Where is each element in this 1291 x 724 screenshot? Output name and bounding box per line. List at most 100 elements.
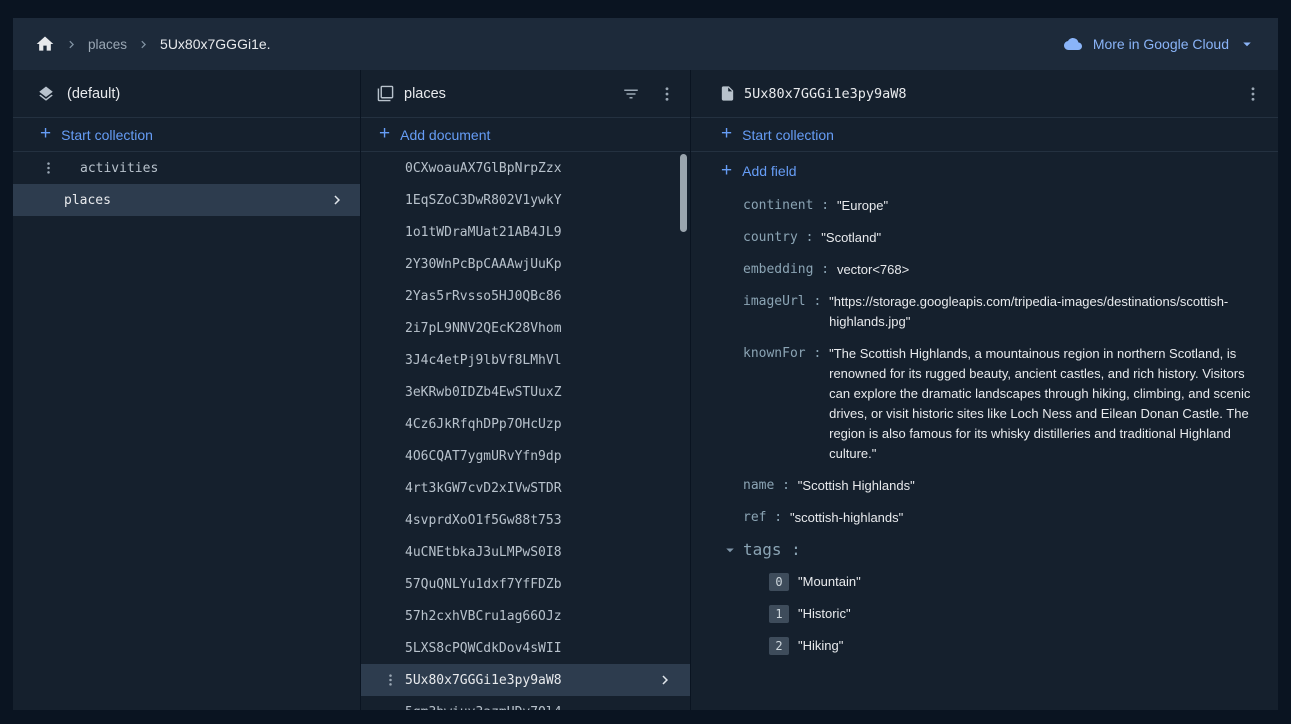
add-document-label: Add document xyxy=(400,127,490,143)
document-id: 57QuQNLYu1dxf7YfFDZb xyxy=(405,577,562,592)
document-id: 57h2cxhVBCru1ag66OJz xyxy=(405,609,562,624)
field-row[interactable]: ref"scottish-highlands" xyxy=(743,508,1254,528)
field-row[interactable]: continent"Europe" xyxy=(743,196,1254,216)
document-row[interactable]: 0CXwoauAX7GlBpNrpZzx xyxy=(361,152,690,184)
field-value: "scottish-highlands" xyxy=(790,508,903,528)
document-icon xyxy=(719,85,736,102)
document-id: 4rt3kGW7cvD2xIVwSTDR xyxy=(405,481,562,496)
array-item-value: "Historic" xyxy=(798,604,851,624)
field-row[interactable]: imageUrl"https://storage.googleapis.com/… xyxy=(743,292,1254,332)
collection-row[interactable]: activities xyxy=(13,152,360,184)
document-list: 0CXwoauAX7GlBpNrpZzx 1EqSZoC3DwR802V1ywkY… xyxy=(361,152,690,710)
document-id: 2i7pL9NNV2QEcK28Vhom xyxy=(405,321,562,336)
document-row[interactable]: 4svprdXoO1f5Gw88t753 xyxy=(361,504,690,536)
document-row[interactable]: 3eKRwb0IDZb4EwSTUuxZ xyxy=(361,376,690,408)
more-in-google-cloud-button[interactable]: More in Google Cloud xyxy=(1062,35,1256,53)
document-row[interactable]: 4uCNEtbkaJ3uLMPwS0I8 xyxy=(361,536,690,568)
chevron-down-icon xyxy=(1238,35,1256,53)
document-row[interactable]: 1o1tWDraMUat21AB4JL9 xyxy=(361,216,690,248)
array-index-badge: 0 xyxy=(769,573,789,591)
panels: (default) + Start collection activities p… xyxy=(13,70,1278,710)
collection-menu-icon[interactable] xyxy=(41,161,56,176)
start-collection-label: Start collection xyxy=(61,127,153,143)
field-row[interactable]: country"Scotland" xyxy=(743,228,1254,248)
field-value: "Europe" xyxy=(837,196,888,216)
field-name: country xyxy=(743,228,821,248)
document-row[interactable]: 5LXS8cPQWCdkDov4sWII xyxy=(361,632,690,664)
array-index-badge: 1 xyxy=(769,605,789,623)
document-menu-icon[interactable] xyxy=(383,673,398,688)
document-row[interactable]: 4rt3kGW7cvD2xIVwSTDR xyxy=(361,472,690,504)
field-value: "The Scottish Highlands, a mountainous r… xyxy=(829,344,1254,464)
breadcrumb: places 5Ux80x7GGGi1e. xyxy=(35,34,271,54)
plus-icon: + xyxy=(721,124,732,143)
document-row[interactable]: 2Y30WnPcBpCAAAwjUuKp xyxy=(361,248,690,280)
document-id: 4uCNEtbkaJ3uLMPwS0I8 xyxy=(405,545,562,560)
document-row[interactable]: 5Ux80x7GGGi1e3py9aW8 xyxy=(361,664,690,696)
document-panel: 5Ux80x7GGGi1e3py9aW8 + Start collection … xyxy=(690,70,1278,710)
database-panel-header: (default) xyxy=(13,70,360,118)
field-value: "Scottish Highlands" xyxy=(798,476,915,496)
start-collection-button[interactable]: + Start collection xyxy=(691,118,1278,152)
field-row[interactable]: knownFor"The Scottish Highlands, a mount… xyxy=(743,344,1254,464)
array-item-row[interactable]: 2"Hiking" xyxy=(743,636,1254,656)
collection-more-menu-icon[interactable] xyxy=(654,81,680,107)
collection-panel: places + Add document 0CXwoauAX7GlBpNrpZ… xyxy=(360,70,690,710)
field-name: imageUrl xyxy=(743,292,829,312)
document-row[interactable]: 57h2cxhVBCru1ag66OJz xyxy=(361,600,690,632)
firestore-console: places 5Ux80x7GGGi1e. More in Google Clo… xyxy=(13,18,1278,710)
add-field-button[interactable]: + Add field xyxy=(691,152,1278,190)
document-row[interactable]: 3J4c4etPj9lbVf8LMhVl xyxy=(361,344,690,376)
document-row[interactable]: 2i7pL9NNV2QEcK28Vhom xyxy=(361,312,690,344)
document-id: 1EqSZoC3DwR802V1ywkY xyxy=(405,193,562,208)
field-name: continent xyxy=(743,196,837,216)
field-name: ref xyxy=(743,508,790,528)
field-row[interactable]: embeddingvector<768> xyxy=(743,260,1254,280)
field-value: "Scotland" xyxy=(821,228,881,248)
start-collection-label: Start collection xyxy=(742,127,834,143)
triangle-down-icon xyxy=(721,541,739,559)
field-name: knownFor xyxy=(743,344,829,364)
document-row[interactable]: 1EqSZoC3DwR802V1ywkY xyxy=(361,184,690,216)
document-id: 1o1tWDraMUat21AB4JL9 xyxy=(405,225,562,240)
start-collection-button[interactable]: + Start collection xyxy=(13,118,360,152)
document-row[interactable]: 4Cz6JkRfqhDPp7OHcUzp xyxy=(361,408,690,440)
document-id: 3J4c4etPj9lbVf8LMhVl xyxy=(405,353,562,368)
document-id: 5Ux80x7GGGi1e3py9aW8 xyxy=(405,673,562,688)
cloud-icon xyxy=(1062,35,1084,53)
document-id: 4svprdXoO1f5Gw88t753 xyxy=(405,513,562,528)
chevron-right-icon xyxy=(64,37,79,52)
collection-name: activities xyxy=(80,161,158,176)
document-row[interactable]: 5qm3bwiuv3azmHDv7Ql4 xyxy=(361,696,690,710)
array-item-value: "Hiking" xyxy=(798,636,843,656)
document-id: 2Yas5rRvsso5HJ0QBc86 xyxy=(405,289,562,304)
field-value: "https://storage.googleapis.com/tripedia… xyxy=(829,292,1254,332)
document-more-menu-icon[interactable] xyxy=(1240,81,1266,107)
array-item-row[interactable]: 1 "Historic" xyxy=(743,604,1254,624)
document-row[interactable]: 57QuQNLYu1dxf7YfFDZb xyxy=(361,568,690,600)
document-title: 5Ux80x7GGGi1e3py9aW8 xyxy=(744,86,907,102)
document-row[interactable]: 2Yas5rRvsso5HJ0QBc86 xyxy=(361,280,690,312)
add-field-label: Add field xyxy=(742,163,796,179)
home-icon[interactable] xyxy=(35,34,55,54)
document-row[interactable]: 4O6CQAT7ygmURvYfn9dp xyxy=(361,440,690,472)
filter-icon[interactable] xyxy=(618,81,644,107)
more-in-google-cloud-label: More in Google Cloud xyxy=(1093,36,1229,52)
scrollbar-thumb[interactable] xyxy=(680,154,687,232)
document-id: 2Y30WnPcBpCAAAwjUuKp xyxy=(405,257,562,272)
plus-icon: + xyxy=(40,124,51,143)
document-id: 3eKRwb0IDZb4EwSTUuxZ xyxy=(405,385,562,400)
breadcrumb-collection[interactable]: places xyxy=(88,37,127,52)
array-field-toggle[interactable]: tags xyxy=(721,540,1254,560)
collections-list: activities places xyxy=(13,152,360,216)
database-panel: (default) + Start collection activities p… xyxy=(13,70,360,710)
field-name: tags xyxy=(743,540,810,560)
collection-row[interactable]: places xyxy=(13,184,360,216)
field-row[interactable]: name"Scottish Highlands" xyxy=(743,476,1254,496)
document-id: 4O6CQAT7ygmURvYfn9dp xyxy=(405,449,562,464)
document-panel-header: 5Ux80x7GGGi1e3py9aW8 xyxy=(691,70,1278,118)
array-item-row[interactable]: 0 "Mountain" xyxy=(743,572,1254,592)
field-name: embedding xyxy=(743,260,837,280)
add-document-button[interactable]: + Add document xyxy=(361,118,690,152)
array-item-value: "Mountain" xyxy=(798,572,861,592)
